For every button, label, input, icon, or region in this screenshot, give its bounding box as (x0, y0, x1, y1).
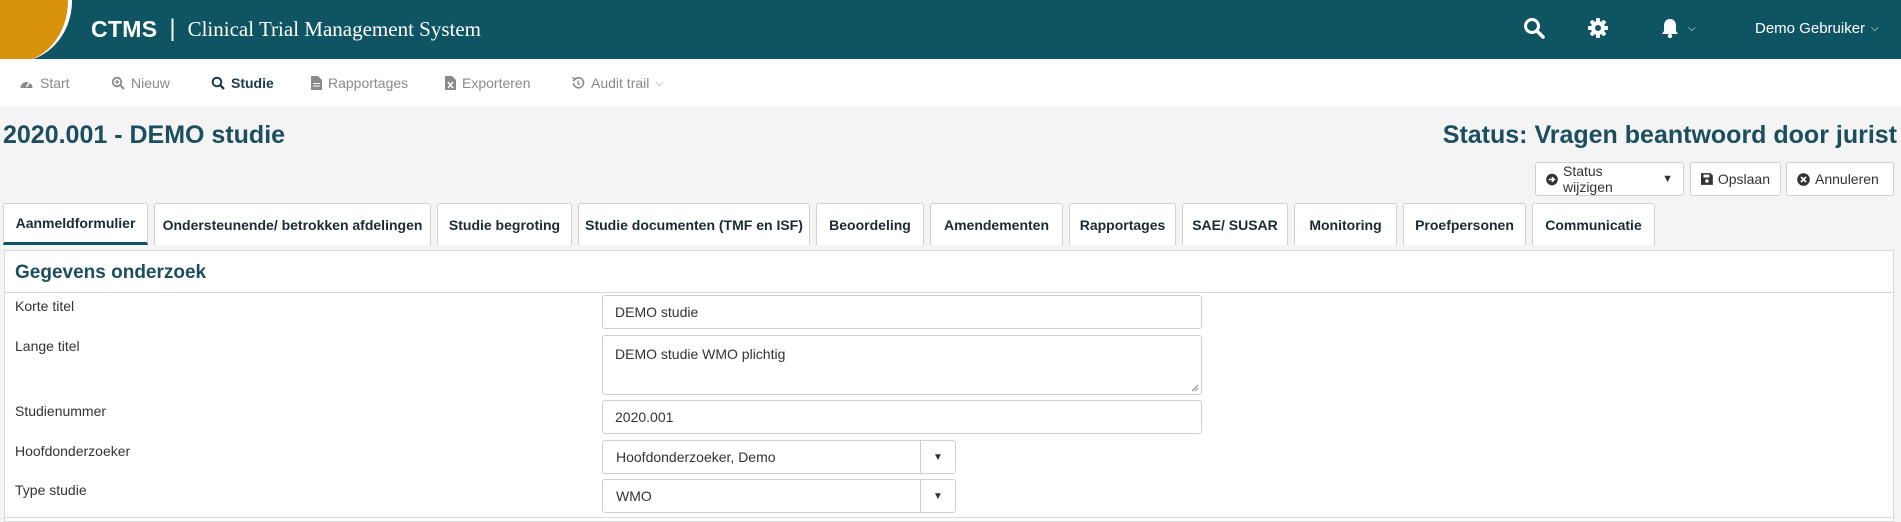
divider (5, 517, 1893, 518)
type-studie-value: WMO (616, 488, 652, 504)
tab-amendementen[interactable]: Amendementen (930, 203, 1063, 245)
status-change-button[interactable]: Status wijzigen ▼ (1535, 162, 1684, 196)
tab-ondersteunende-afdelingen[interactable]: Ondersteunende/ betrokken afdelingen (154, 203, 431, 245)
lange-titel-textarea[interactable]: DEMO studie WMO plichtig (602, 335, 1202, 395)
close-circle-icon (1797, 172, 1810, 186)
resize-handle-icon[interactable] (1191, 384, 1199, 392)
chevron-down-icon: ⌵ (1871, 23, 1879, 34)
nav-item-audit-trail[interactable]: Audit trail ⌵ (571, 75, 663, 91)
chevron-down-icon: ⌵ (655, 77, 663, 89)
dashboard-icon (20, 81, 33, 88)
search-icon[interactable] (1523, 17, 1545, 44)
tab-aanmeldformulier[interactable]: Aanmeldformulier (3, 203, 148, 245)
chevron-down-icon: ⌵ (1688, 22, 1696, 34)
bell-icon (1662, 19, 1678, 39)
app-name: Clinical Trial Management System (187, 16, 481, 41)
hoofdonderzoeker-label: Hoofdonderzoeker (15, 443, 131, 459)
nav-item-studie[interactable]: Studie (211, 75, 274, 91)
brand-separator: | (169, 15, 176, 42)
logo (0, 0, 72, 59)
type-studie-select[interactable]: WMO ▼ (602, 479, 956, 513)
caret-down-icon: ▼ (1662, 173, 1673, 185)
status-title: Status: Vragen beantwoord door jurist (1442, 121, 1897, 149)
tab-studie-documenten[interactable]: Studie documenten (TMF en ISF) (578, 203, 810, 245)
tab-communicatie[interactable]: Communicatie (1532, 203, 1655, 245)
search-icon (211, 76, 225, 90)
korte-titel-input[interactable]: DEMO studie (602, 295, 1202, 329)
form-panel: Gegevens onderzoek Korte titel DEMO stud… (4, 250, 1894, 522)
file-excel-icon (445, 76, 456, 90)
gear-icon[interactable] (1587, 17, 1609, 44)
nav-item-rapportages[interactable]: Rapportages (311, 75, 408, 91)
lange-titel-value: DEMO studie WMO plichtig (615, 346, 786, 362)
nav-item-nieuw[interactable]: Nieuw (111, 75, 170, 91)
brand[interactable]: CTMS | Clinical Trial Management System (91, 15, 481, 43)
hoofdonderzoeker-value: Hoofdonderzoeker, Demo (616, 449, 776, 465)
type-studie-label: Type studie (15, 482, 87, 498)
history-icon (572, 76, 585, 89)
page-title: 2020.001 - DEMO studie (3, 121, 286, 149)
cancel-button[interactable]: Annuleren (1786, 162, 1894, 196)
hoofdonderzoeker-select[interactable]: Hoofdonderzoeker, Demo ▼ (602, 440, 956, 474)
save-icon (1701, 173, 1713, 185)
file-icon (311, 76, 322, 90)
tab-proefpersonen[interactable]: Proefpersonen (1403, 203, 1526, 245)
caret-down-icon: ▼ (920, 480, 955, 512)
user-menu[interactable]: Demo Gebruiker ⌵ (1755, 20, 1879, 37)
divider (5, 292, 1893, 293)
top-header: CTMS | Clinical Trial Management System … (0, 0, 1901, 59)
notifications-menu[interactable]: ⌵ (1660, 17, 1696, 39)
tab-monitoring[interactable]: Monitoring (1294, 203, 1397, 245)
korte-titel-label: Korte titel (15, 298, 75, 314)
lange-titel-label: Lange titel (15, 338, 80, 354)
nav-item-exporteren[interactable]: Exporteren (445, 75, 530, 91)
tab-sae-susar[interactable]: SAE/ SUSAR (1182, 203, 1288, 245)
tab-studie-begroting[interactable]: Studie begroting (437, 203, 572, 245)
section-title: Gegevens onderzoek (15, 262, 207, 283)
tab-rapportages[interactable]: Rapportages (1069, 203, 1176, 245)
studienummer-label: Studienummer (15, 403, 107, 419)
search-plus-icon (111, 76, 125, 90)
app-abbreviation: CTMS (91, 15, 158, 42)
user-name: Demo Gebruiker (1755, 20, 1866, 37)
studienummer-input[interactable]: 2020.001 (602, 400, 1202, 434)
main-nav: Start Nieuw Studie Rapportages Exportere… (0, 59, 1901, 106)
tab-beoordeling[interactable]: Beoordeling (816, 203, 924, 245)
save-button[interactable]: Opslaan (1690, 162, 1781, 196)
caret-down-icon: ▼ (920, 441, 955, 473)
arrow-circle-right-icon (1546, 173, 1558, 185)
nav-item-start[interactable]: Start (19, 75, 70, 91)
